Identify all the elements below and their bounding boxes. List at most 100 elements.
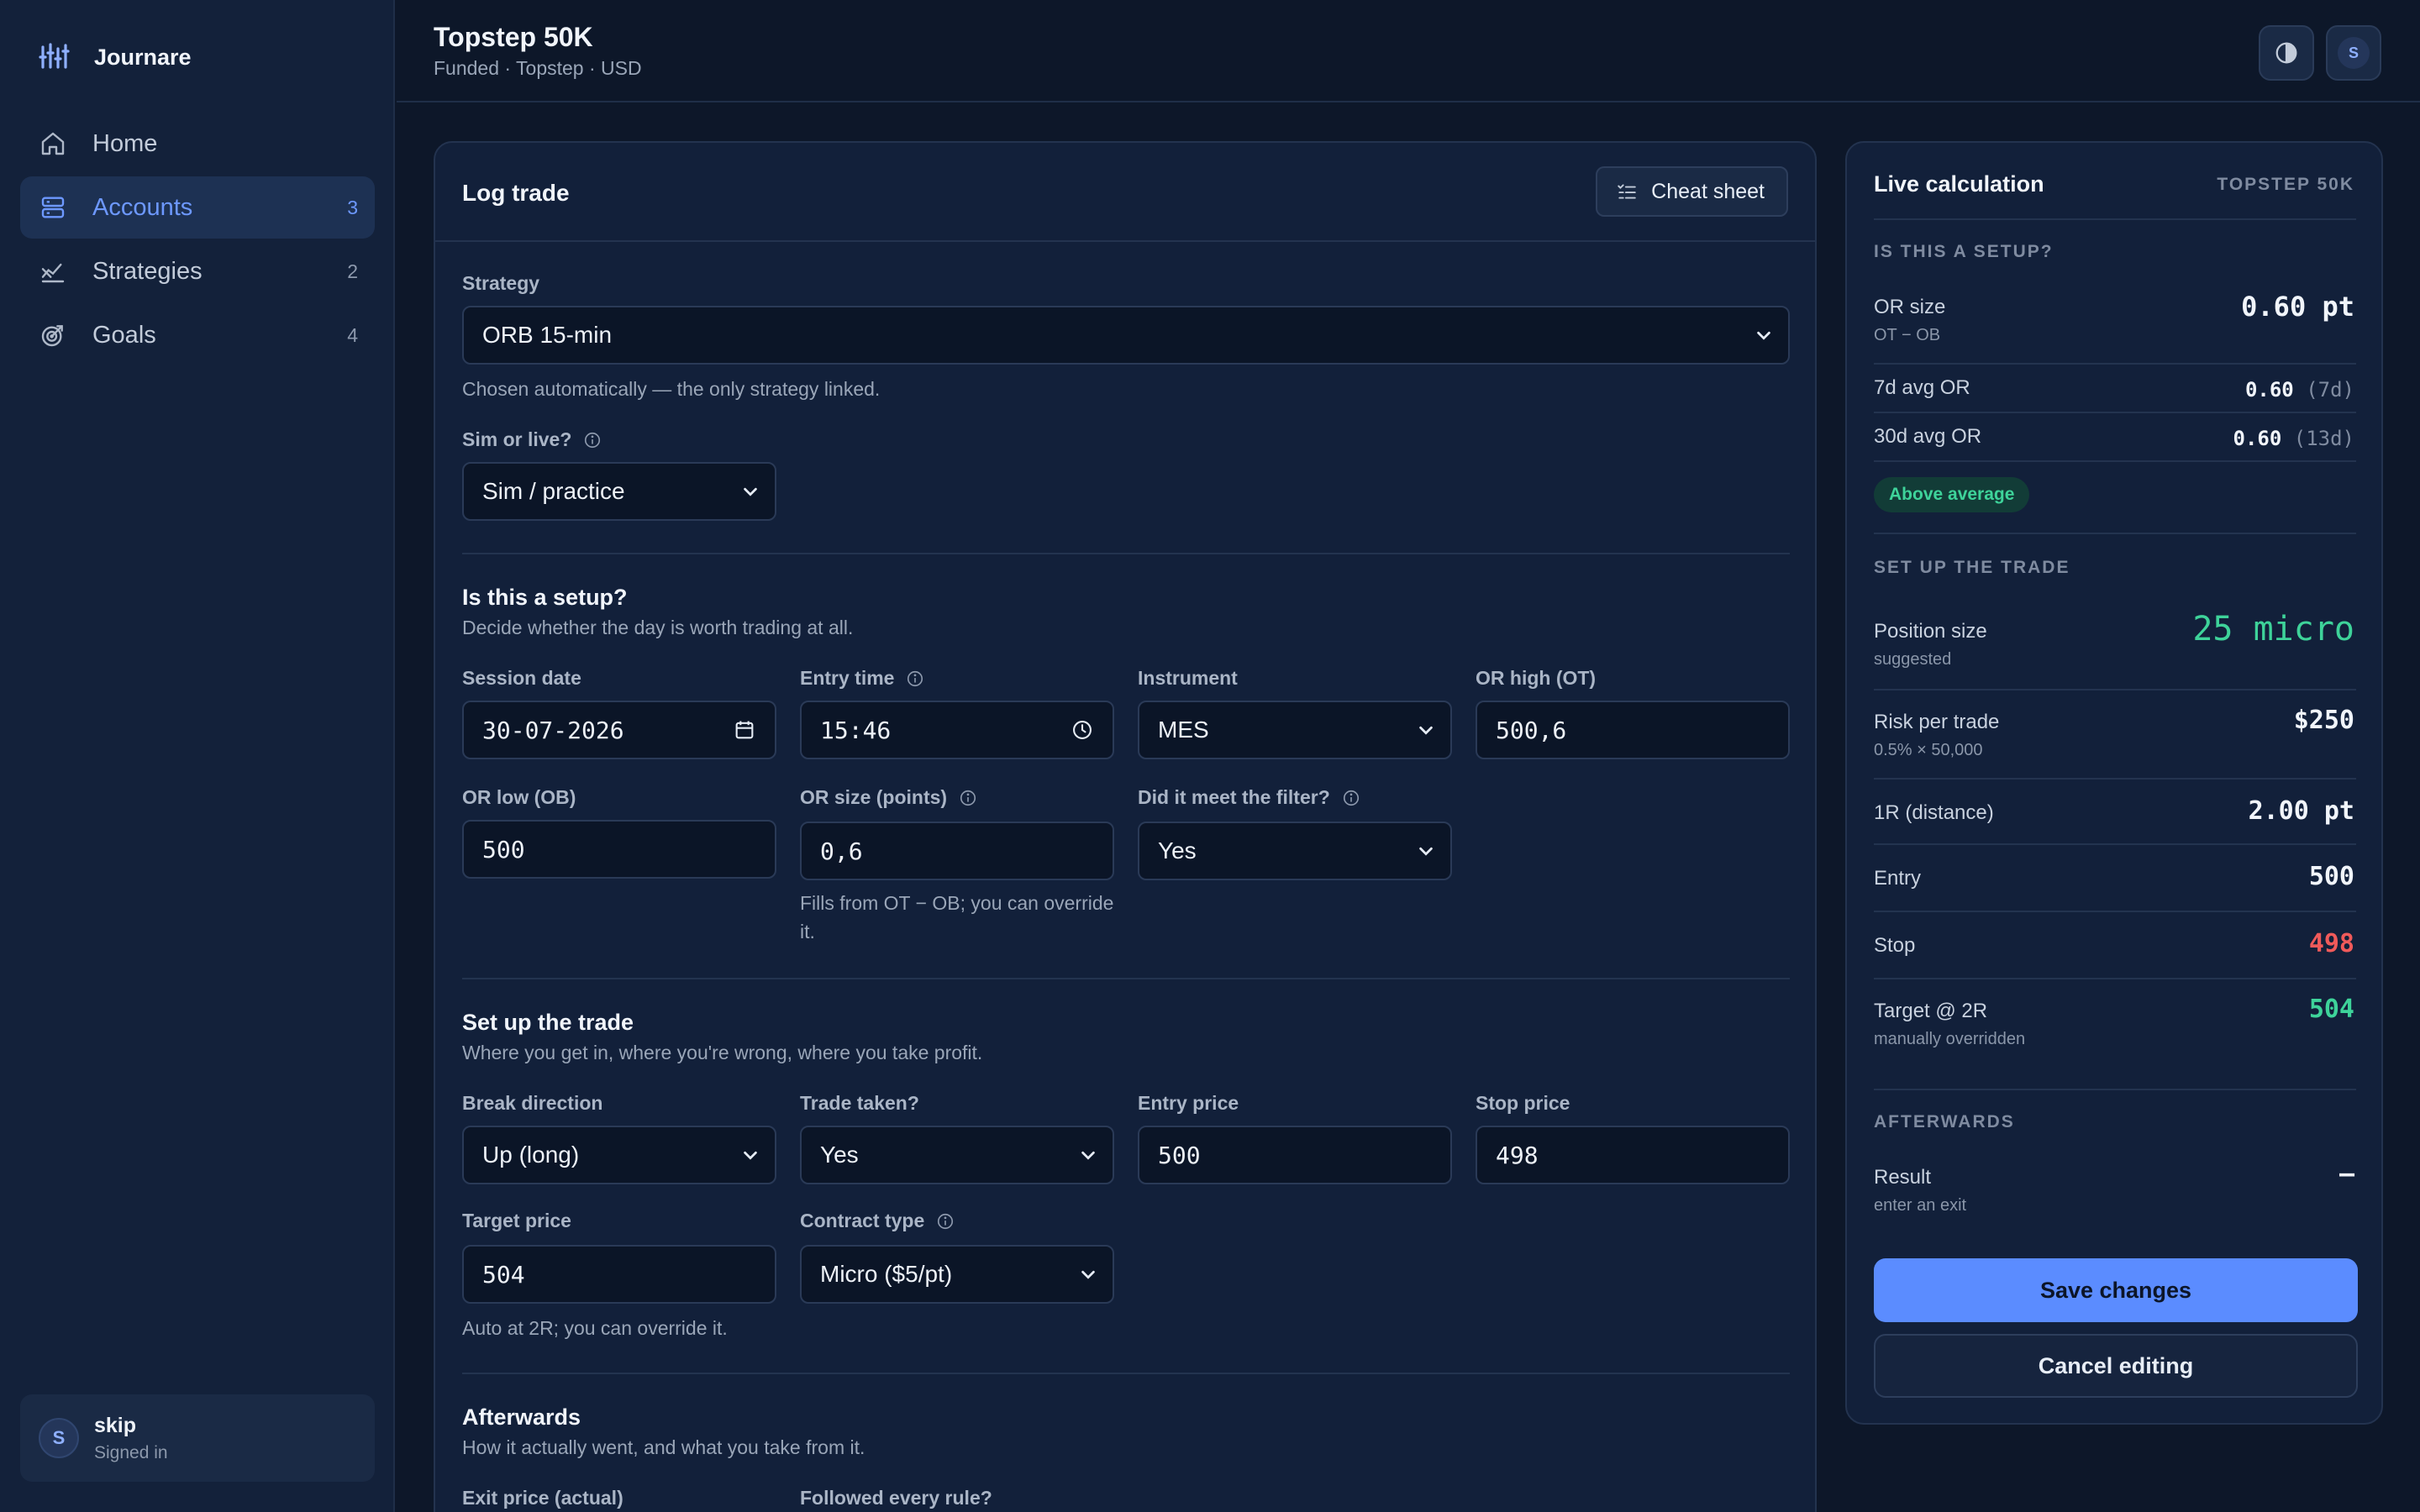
page-subtitle: Funded · Topstep · USD xyxy=(434,57,642,79)
or-size-value: 0,6 xyxy=(820,837,863,865)
trade-section-title: Set up the trade xyxy=(462,1010,634,1035)
strategy-select[interactable]: ORB 15-min xyxy=(462,306,1790,365)
divider xyxy=(1874,460,2356,462)
after-section-subtitle: How it actually went, and what you take … xyxy=(462,1436,865,1458)
entry-price-input[interactable]: 500 xyxy=(1138,1126,1452,1184)
info-icon[interactable] xyxy=(936,1212,955,1231)
target-sub: manually overridden xyxy=(1874,1030,2026,1048)
divider xyxy=(1874,412,2356,413)
entry-value: 500 xyxy=(2308,862,2354,891)
brand[interactable]: Journare xyxy=(39,42,192,72)
strategy-chart-icon xyxy=(39,257,67,286)
checklist-icon xyxy=(1618,184,1636,199)
divider xyxy=(1874,689,2356,690)
chevron-down-icon xyxy=(744,1151,757,1160)
target-icon xyxy=(39,321,67,349)
sidebar-item-accounts[interactable]: Accounts 3 xyxy=(20,176,375,239)
or-low-input[interactable]: 500 xyxy=(462,820,776,879)
avatar: S xyxy=(2338,37,2370,69)
one-r-value: 2.00 pt xyxy=(2248,796,2354,826)
contract-type-value: Micro ($5/pt) xyxy=(820,1261,953,1287)
contract-type-select[interactable]: Micro ($5/pt) xyxy=(800,1245,1114,1304)
avatar: S xyxy=(39,1418,79,1458)
calendar-icon[interactable] xyxy=(733,718,756,742)
avg7-label: 7d avg OR xyxy=(1874,376,1970,399)
target-price-help: Auto at 2R; you can override it. xyxy=(462,1317,728,1339)
info-icon[interactable] xyxy=(583,431,602,449)
sidebar-item-label: Goals xyxy=(92,321,156,349)
calc-section-trade: SET UP THE TRADE xyxy=(1874,558,2070,577)
divider xyxy=(1874,778,2356,780)
info-icon[interactable] xyxy=(959,789,977,807)
cancel-editing-button[interactable]: Cancel editing xyxy=(1874,1334,2358,1398)
chevron-down-icon xyxy=(1757,331,1770,340)
trade-taken-select[interactable]: Yes xyxy=(800,1126,1114,1184)
entry-time-label: Entry time xyxy=(800,667,924,690)
cheat-sheet-button[interactable]: Cheat sheet xyxy=(1596,166,1788,217)
stop-price-input[interactable]: 498 xyxy=(1476,1126,1790,1184)
or-high-input[interactable]: 500,6 xyxy=(1476,701,1790,759)
entry-label: Entry xyxy=(1874,867,1922,890)
instrument-value: MES xyxy=(1158,717,1209,743)
followed-rule-label: Followed every rule? xyxy=(800,1487,992,1509)
divider xyxy=(462,978,1790,979)
target-price-input[interactable]: 504 xyxy=(462,1245,776,1304)
sidebar-item-home[interactable]: Home xyxy=(20,113,375,175)
position-size-value: 25 micro xyxy=(2192,610,2354,648)
theme-toggle-button[interactable] xyxy=(2259,25,2314,81)
logo-icon xyxy=(39,43,70,69)
sidebar-item-label: Accounts xyxy=(92,193,193,221)
user-status: Signed in xyxy=(94,1442,168,1462)
session-date-input[interactable]: 30-07-2026 xyxy=(462,701,776,759)
break-direction-label: Break direction xyxy=(462,1092,603,1114)
chevron-down-icon xyxy=(1419,726,1433,735)
chevron-down-icon xyxy=(1081,1270,1095,1279)
chevron-down-icon xyxy=(744,487,757,496)
sidebar-item-label: Home xyxy=(92,129,158,157)
home-icon xyxy=(39,129,67,158)
target-price-value: 504 xyxy=(482,1260,525,1289)
contract-type-label: Contract type xyxy=(800,1210,955,1232)
sim-live-value: Sim / practice xyxy=(482,478,625,504)
stop-price-value: 498 xyxy=(1496,1141,1539,1169)
position-size-label: Position size xyxy=(1874,620,1987,643)
user-name: skip xyxy=(94,1413,137,1437)
strategy-value: ORB 15-min xyxy=(482,322,613,348)
or-size-value: 0.60 pt xyxy=(2241,291,2354,323)
risk-value: $250 xyxy=(2293,706,2354,735)
calc-section-after: AFTERWARDS xyxy=(1874,1112,2015,1131)
or-size-sub: OT − OB xyxy=(1874,326,1941,344)
clock-icon[interactable] xyxy=(1071,718,1094,742)
user-card[interactable]: S skip Signed in xyxy=(20,1394,375,1482)
or-high-value: 500,6 xyxy=(1496,716,1567,744)
app-name: Journare xyxy=(94,44,192,70)
entry-time-input[interactable]: 15:46 xyxy=(800,701,1114,759)
result-value: — xyxy=(2338,1159,2354,1189)
break-direction-select[interactable]: Up (long) xyxy=(462,1126,776,1184)
sim-live-select[interactable]: Sim / practice xyxy=(462,462,776,521)
save-changes-button[interactable]: Save changes xyxy=(1874,1258,2358,1322)
or-size-input[interactable]: 0,6 xyxy=(800,822,1114,880)
info-icon[interactable] xyxy=(906,669,924,688)
trade-section-subtitle: Where you get in, where you're wrong, wh… xyxy=(462,1042,983,1063)
calc-account: TOPSTEP 50K xyxy=(2217,175,2354,194)
instrument-select[interactable]: MES xyxy=(1138,701,1452,759)
panel-title: Log trade xyxy=(462,180,570,206)
position-size-sub: suggested xyxy=(1874,650,1952,669)
sidebar-item-goals[interactable]: Goals 4 xyxy=(20,304,375,366)
or-low-label: OR low (OB) xyxy=(462,786,576,808)
status-badge: Above average xyxy=(1874,477,2030,512)
target-value: 504 xyxy=(2308,995,2354,1024)
contrast-icon xyxy=(2275,42,2297,64)
entry-time-value: 15:46 xyxy=(820,716,892,744)
risk-sub: 0.5% × 50,000 xyxy=(1874,741,1983,759)
sidebar-item-strategies[interactable]: Strategies 2 xyxy=(20,240,375,302)
result-sub: enter an exit xyxy=(1874,1196,1967,1215)
avg30-value: 0.60 (13d) xyxy=(2233,427,2355,450)
calc-section-setup: IS THIS A SETUP? xyxy=(1874,242,2054,261)
met-filter-select[interactable]: Yes xyxy=(1138,822,1452,880)
info-icon[interactable] xyxy=(1342,789,1360,807)
met-filter-value: Yes xyxy=(1158,837,1197,864)
profile-button[interactable]: S xyxy=(2326,25,2381,81)
sidebar-item-label: Strategies xyxy=(92,257,203,285)
